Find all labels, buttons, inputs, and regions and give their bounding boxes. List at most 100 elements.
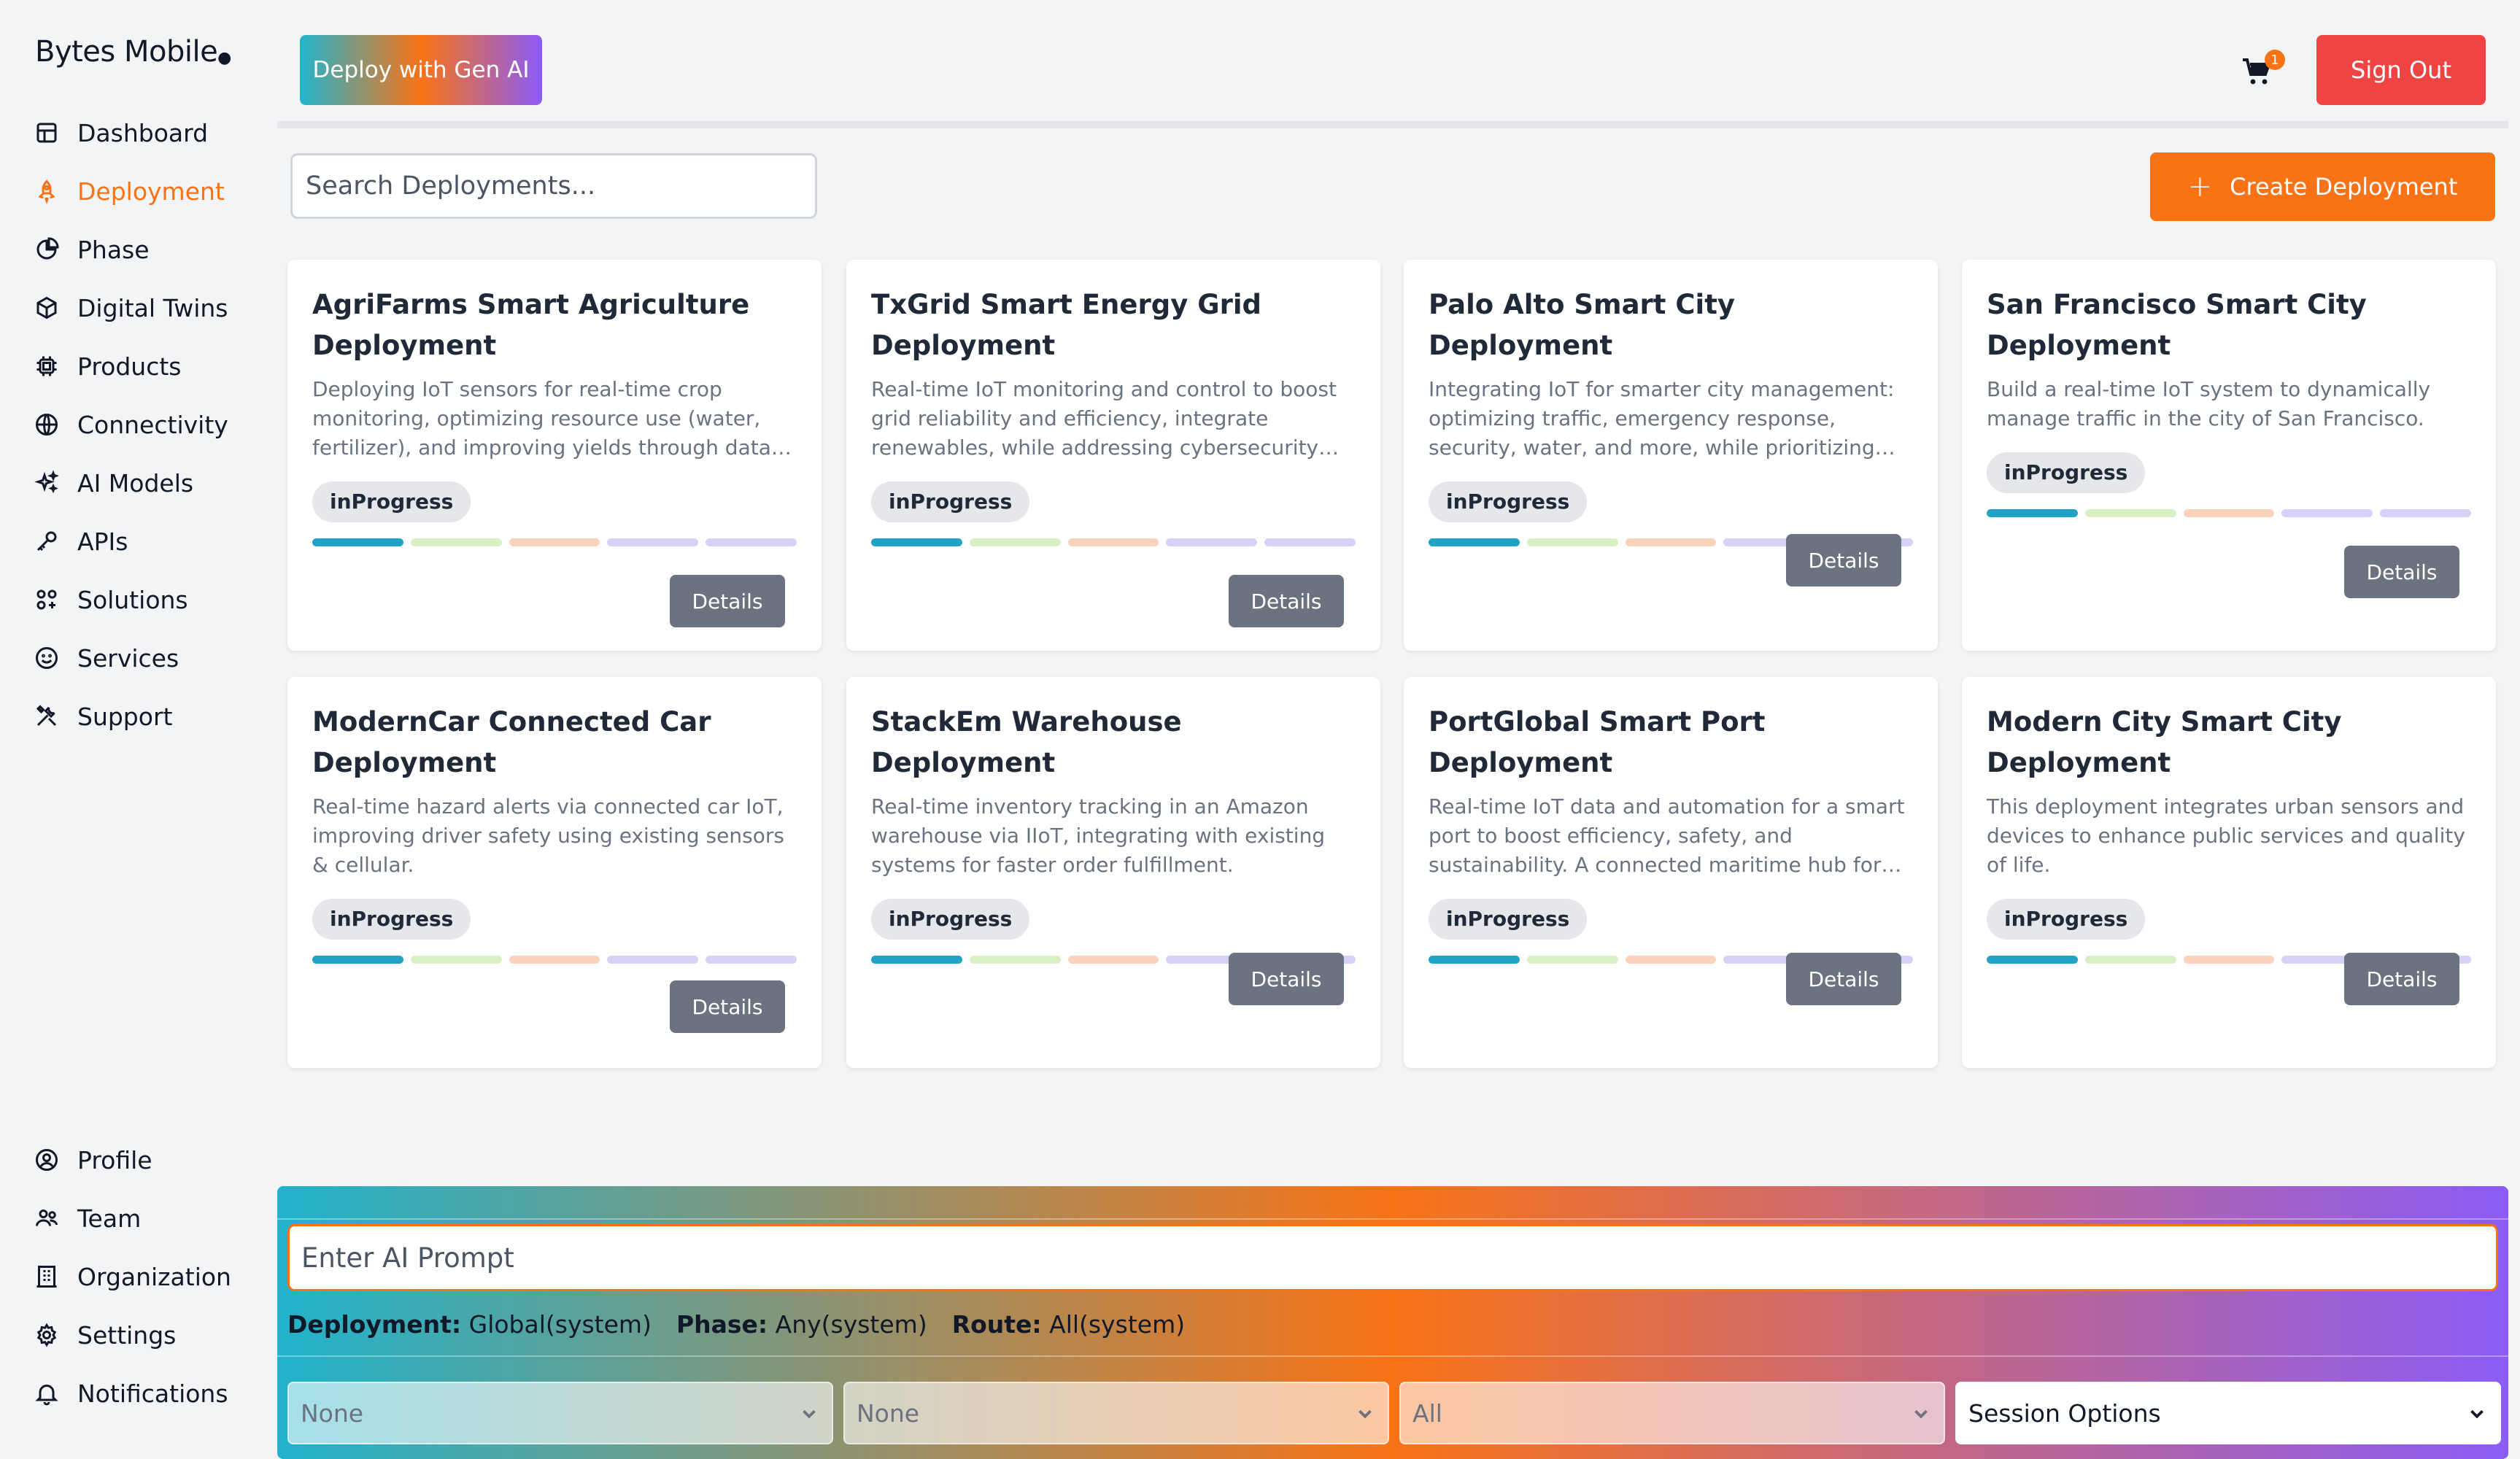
details-button[interactable]: Details: [1229, 953, 1344, 1005]
smile-icon: [32, 643, 61, 673]
deployment-card: ModernCar Connected Car Deployment Real-…: [287, 677, 822, 1068]
ai-prompt-panel: Deployment: Global(system) Phase: Any(sy…: [277, 1186, 2508, 1459]
session-options-select[interactable]: Session Options: [1955, 1382, 2501, 1444]
sidebar-item-apis[interactable]: APIs: [32, 512, 251, 570]
search-deployments-input[interactable]: [290, 153, 817, 219]
details-button[interactable]: Details: [1786, 953, 1901, 1005]
brand-logo[interactable]: Bytes Mobile●: [35, 35, 231, 69]
status-badge: inProgress: [871, 899, 1030, 940]
sidebar-nav-top: Dashboard Deployment Phase Digital Twins…: [32, 104, 251, 746]
card-title: AgriFarms Smart Agriculture Deployment: [312, 289, 750, 361]
divider: [277, 1355, 2508, 1357]
sidebar-item-label: Deployment: [77, 177, 225, 206]
deployment-card: PortGlobal Smart Port Deployment Real-ti…: [1404, 677, 1938, 1068]
globe-icon: [32, 410, 61, 439]
top-bar: Deploy with Gen AI 1 Sign Out: [277, 12, 2508, 128]
status-badge: inProgress: [1429, 481, 1588, 522]
sidebar-item-deployment[interactable]: Deployment: [32, 162, 251, 220]
context-summary: Deployment: Global(system) Phase: Any(sy…: [287, 1310, 1185, 1339]
context-key: Deployment:: [287, 1310, 462, 1339]
card-title: ModernCar Connected Car Deployment: [312, 706, 711, 778]
rocket-icon: [32, 177, 61, 206]
sidebar-item-label: Profile: [77, 1145, 152, 1174]
create-deployment-label: Create Deployment: [2230, 173, 2458, 201]
sidebar-item-services[interactable]: Services: [32, 629, 251, 687]
sidebar-item-label: Products: [77, 352, 182, 381]
status-badge: inProgress: [312, 899, 471, 940]
card-title: TxGrid Smart Energy Grid Deployment: [871, 289, 1261, 361]
sidebar-item-label: Connectivity: [77, 410, 228, 439]
sidebar-item-profile[interactable]: Profile: [32, 1131, 251, 1189]
deploy-with-genai-button[interactable]: Deploy with Gen AI: [300, 35, 542, 105]
sidebar-item-dashboard[interactable]: Dashboard: [32, 104, 251, 162]
brand-mark: ●: [217, 49, 231, 67]
details-button[interactable]: Details: [2344, 546, 2459, 598]
ai-prompt-input[interactable]: [287, 1224, 2498, 1291]
card-description: This deployment integrates urban sensors…: [1987, 794, 2465, 877]
details-button[interactable]: Details: [1786, 534, 1901, 587]
sparkles-icon: [32, 468, 61, 498]
sidebar-nav-bottom: Profile Team Organization Settings Notif…: [32, 1131, 251, 1423]
context-value: All(system): [1049, 1310, 1186, 1339]
sidebar-item-support[interactable]: Support: [32, 687, 251, 746]
card-description: Real-time IoT monitoring and control to …: [871, 377, 1337, 460]
details-button[interactable]: Details: [2344, 953, 2459, 1005]
sidebar-item-connectivity[interactable]: Connectivity: [32, 395, 251, 454]
main-content: Deploy with Gen AI 1 Sign Out + Create D…: [277, 12, 2508, 1459]
bell-icon: [32, 1379, 61, 1408]
deployment-card: Palo Alto Smart City Deployment Integrat…: [1404, 260, 1938, 651]
chip-icon: [32, 352, 61, 381]
status-badge: inProgress: [1429, 899, 1588, 940]
details-button[interactable]: Details: [670, 980, 785, 1033]
context-route: Route: All(system): [952, 1310, 1185, 1339]
card-title: PortGlobal Smart Port Deployment: [1429, 706, 1766, 778]
card-title: Modern City Smart City Deployment: [1987, 706, 2342, 778]
sidebar-item-label: Support: [77, 702, 173, 731]
card-title: StackEm Warehouse Deployment: [871, 706, 1182, 778]
sidebar-item-organization[interactable]: Organization: [32, 1247, 251, 1306]
key-icon: [32, 527, 61, 556]
deployment-select[interactable]: None: [287, 1382, 833, 1444]
create-deployment-button[interactable]: + Create Deployment: [2150, 152, 2495, 221]
sidebar-item-digital-twins[interactable]: Digital Twins: [32, 279, 251, 337]
status-badge: inProgress: [1987, 899, 2146, 940]
deployment-card: StackEm Warehouse Deployment Real-time i…: [846, 677, 1380, 1068]
sidebar-item-notifications[interactable]: Notifications: [32, 1364, 251, 1423]
select-value: None: [857, 1398, 920, 1428]
sidebar-item-label: Phase: [77, 235, 150, 264]
sign-out-button[interactable]: Sign Out: [2316, 35, 2486, 105]
sidebar-item-label: AI Models: [77, 468, 194, 498]
context-phase: Phase: Any(system): [676, 1310, 927, 1339]
deployment-card: TxGrid Smart Energy Grid Deployment Real…: [846, 260, 1380, 651]
phase-select[interactable]: None: [843, 1382, 1389, 1444]
context-deployment: Deployment: Global(system): [287, 1310, 652, 1339]
brand-name: Bytes Mobile: [35, 35, 218, 69]
dashboard-icon: [32, 118, 61, 147]
sidebar-item-label: Digital Twins: [77, 293, 228, 322]
users-icon: [32, 1204, 61, 1233]
sidebar-item-label: Settings: [77, 1320, 177, 1350]
divider: [277, 1218, 2508, 1220]
status-badge: inProgress: [312, 481, 471, 522]
cart-button[interactable]: 1: [2240, 50, 2285, 98]
cube-icon: [32, 293, 61, 322]
sidebar-item-label: Team: [77, 1204, 142, 1233]
route-select[interactable]: All: [1399, 1382, 1945, 1444]
phase-progress: [1987, 509, 2471, 517]
context-key: Phase:: [676, 1310, 768, 1339]
sidebar-item-settings[interactable]: Settings: [32, 1306, 251, 1364]
details-button[interactable]: Details: [670, 575, 785, 627]
sidebar-item-ai-models[interactable]: AI Models: [32, 454, 251, 512]
chevron-down-icon: [1910, 1402, 1932, 1424]
sidebar-item-products[interactable]: Products: [32, 337, 251, 395]
sidebar-item-solutions[interactable]: Solutions: [32, 570, 251, 629]
deployment-card: San Francisco Smart City Deployment Buil…: [1962, 260, 2496, 651]
deployment-card: Modern City Smart City Deployment This d…: [1962, 677, 2496, 1068]
pie-chart-icon: [32, 235, 61, 264]
card-title: Palo Alto Smart City Deployment: [1429, 289, 1736, 361]
building-icon: [32, 1262, 61, 1291]
sidebar-item-phase[interactable]: Phase: [32, 220, 251, 279]
details-button[interactable]: Details: [1229, 575, 1344, 627]
sidebar-item-label: Dashboard: [77, 118, 209, 147]
sidebar-item-team[interactable]: Team: [32, 1189, 251, 1247]
